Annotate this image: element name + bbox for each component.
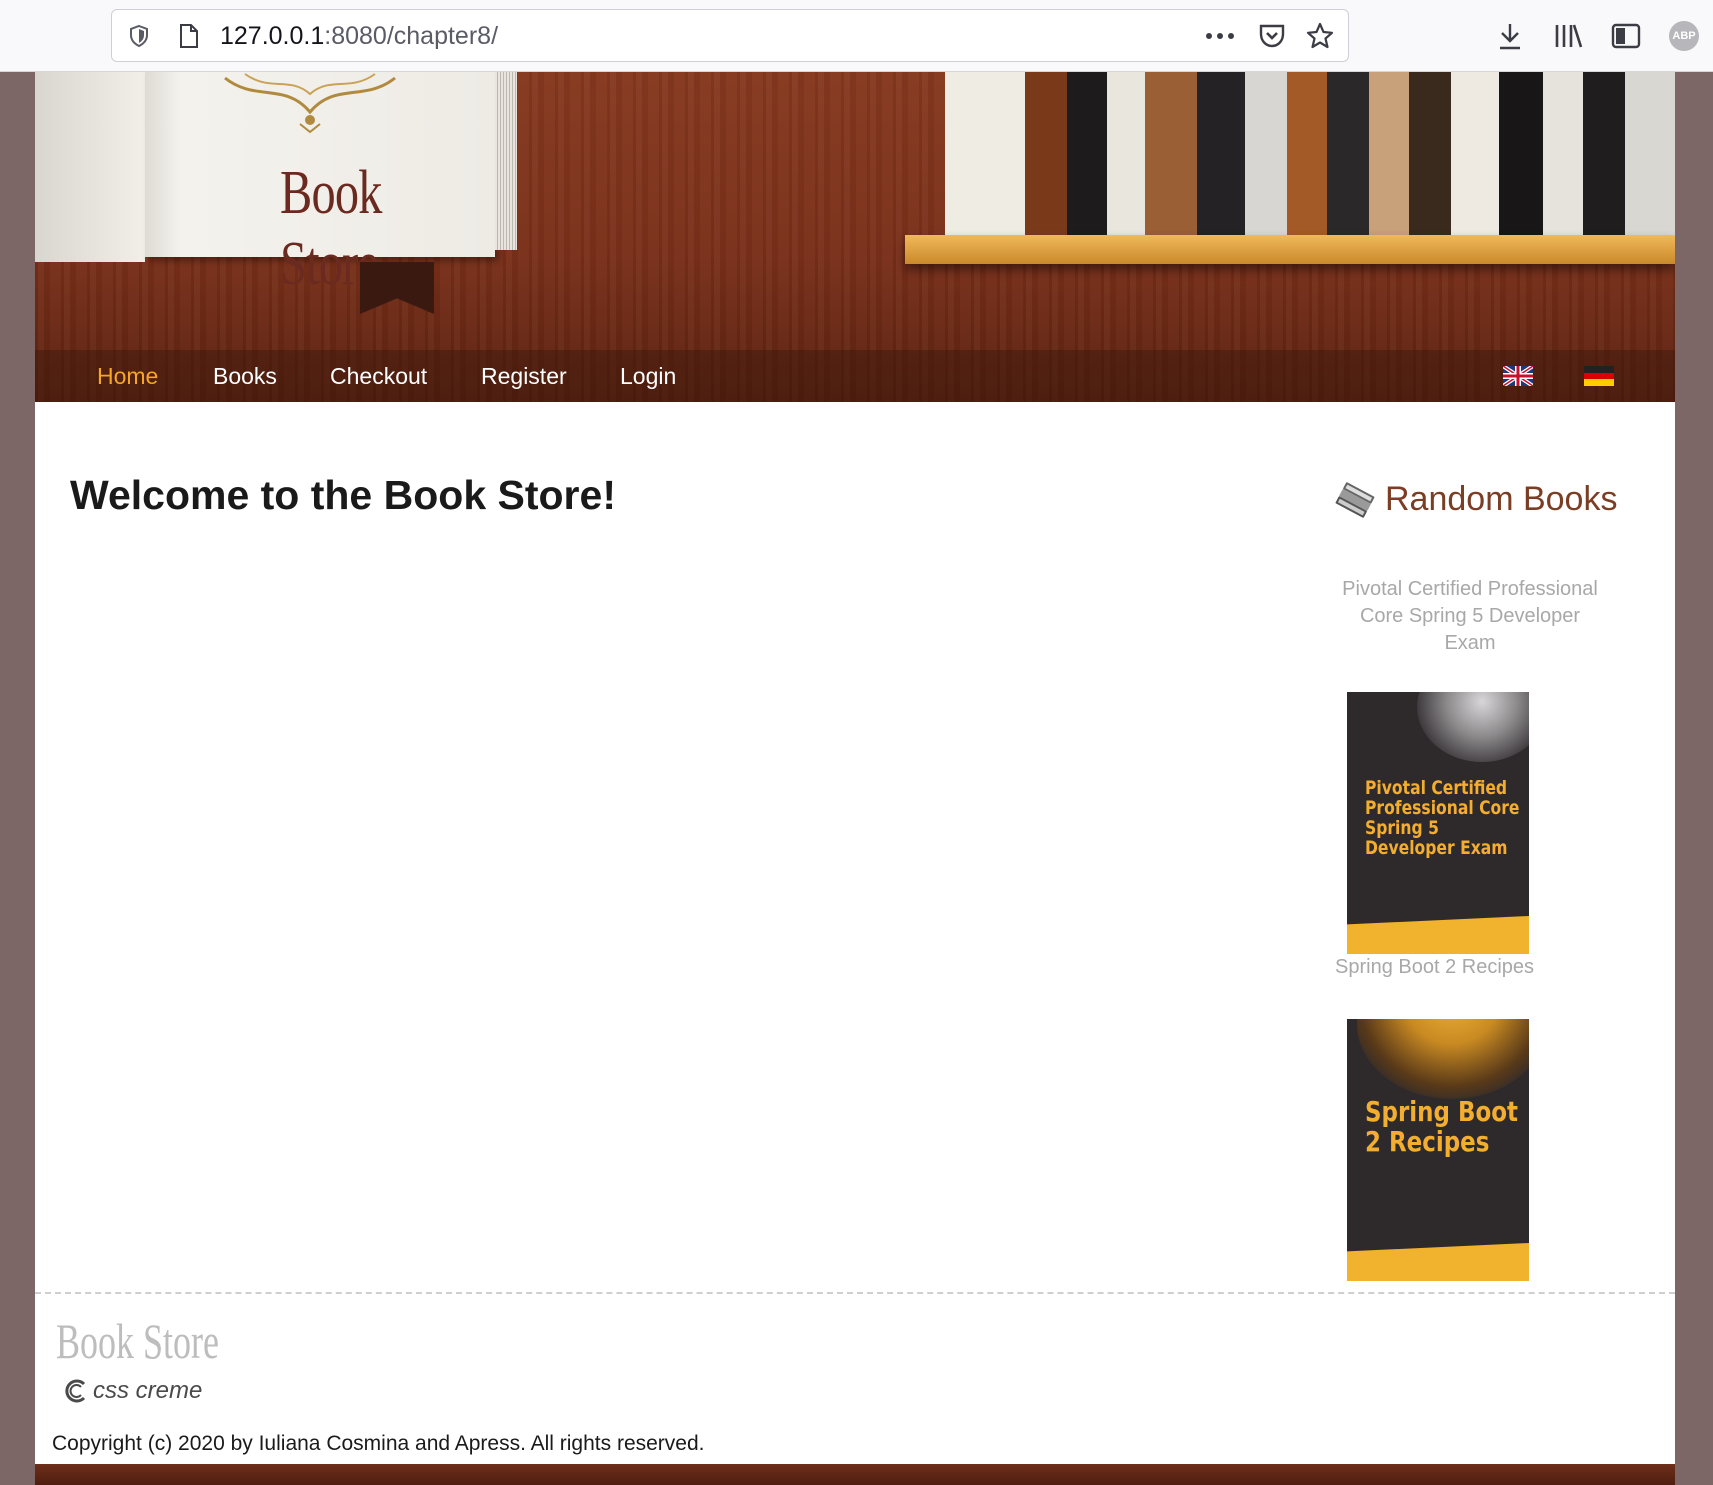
- book-spine: [1583, 72, 1625, 235]
- download-icon[interactable]: [1493, 19, 1527, 53]
- cover-artwork: [1357, 1019, 1529, 1099]
- css-creme-logo-icon: [65, 1379, 86, 1403]
- book-caption[interactable]: Pivotal Certified Professional Core Spri…: [1335, 576, 1605, 657]
- pocket-icon[interactable]: [1257, 21, 1287, 51]
- footer-logo: Book Store: [56, 1313, 220, 1369]
- adblock-label: ABP: [1669, 21, 1699, 51]
- book-spine: [1025, 72, 1067, 235]
- site-header: Book Store Home Books Checkout Register …: [35, 72, 1675, 402]
- open-book-illustration: Book Store: [35, 72, 525, 298]
- book-spine: [1107, 72, 1145, 235]
- book-spine: [1543, 72, 1583, 235]
- footer-divider: [35, 1292, 1675, 1294]
- cover-artwork: [1417, 692, 1529, 762]
- book-spine: [1409, 72, 1451, 235]
- book-spine: [1625, 72, 1675, 235]
- cover-title: Spring Boot 2 Recipes: [1365, 1095, 1518, 1158]
- cover-band: [1347, 916, 1529, 954]
- nav-register[interactable]: Register: [481, 362, 567, 390]
- book-spine: [1499, 72, 1543, 235]
- bookshelf: [905, 235, 1675, 264]
- bookmark-ribbon: [360, 262, 434, 314]
- nav-checkout[interactable]: Checkout: [330, 362, 427, 390]
- book-page-edges: [495, 72, 517, 250]
- footer-bar: [35, 1464, 1675, 1485]
- nav-home[interactable]: Home: [97, 362, 158, 390]
- shield-icon[interactable]: [124, 21, 154, 51]
- sidebar-title: Random Books: [1385, 480, 1618, 518]
- nav-login[interactable]: Login: [620, 362, 676, 390]
- ornament-icon: [224, 73, 396, 134]
- book-spine: [1197, 72, 1245, 235]
- book-spine: [1287, 72, 1327, 235]
- cover-band: [1347, 1243, 1529, 1281]
- more-icon[interactable]: [1205, 21, 1235, 51]
- book-spine: [945, 72, 1025, 235]
- url-host: 127.0.0.1: [220, 22, 325, 50]
- sidebar-icon[interactable]: [1609, 19, 1643, 53]
- browser-toolbar: 127.0.0.1:8080/chapter8/ ABP: [0, 0, 1713, 72]
- page-title: Welcome to the Book Store!: [70, 472, 616, 518]
- library-icon[interactable]: [1551, 19, 1585, 53]
- bookshelf-books: [945, 72, 1675, 235]
- copyright-text: Copyright (c) 2020 by Iuliana Cosmina an…: [52, 1432, 705, 1455]
- book-spine: [1369, 72, 1409, 235]
- nav-books[interactable]: Books: [213, 362, 277, 390]
- web-page: Book Store Home Books Checkout Register …: [35, 72, 1675, 1485]
- css-creme-credit[interactable]: css creme: [64, 1377, 202, 1405]
- url-path: :8080/chapter8/: [324, 22, 499, 50]
- english-flag-icon[interactable]: [1503, 366, 1533, 386]
- book-left-page: [35, 72, 145, 262]
- address-bar[interactable]: 127.0.0.1:8080/chapter8/: [111, 9, 1349, 62]
- books-icon: [1335, 482, 1375, 518]
- main-navigation: Home Books Checkout Register Login: [35, 350, 1675, 402]
- german-flag-icon[interactable]: [1584, 366, 1614, 386]
- book-spine: [1327, 72, 1369, 235]
- book-spine: [1067, 72, 1107, 235]
- book-spine: [1245, 72, 1287, 235]
- star-icon[interactable]: [1305, 21, 1335, 51]
- book-caption[interactable]: Spring Boot 2 Recipes: [1335, 954, 1534, 981]
- cover-title: Pivotal Certified Professional Core Spri…: [1365, 777, 1520, 860]
- book-cover-image[interactable]: Pivotal Certified Professional Core Spri…: [1347, 692, 1529, 954]
- url-text[interactable]: 127.0.0.1:8080/chapter8/: [220, 21, 498, 51]
- adblock-icon[interactable]: ABP: [1667, 19, 1701, 53]
- book-spine: [1145, 72, 1197, 235]
- book-cover-image[interactable]: Spring Boot 2 Recipes: [1347, 1019, 1529, 1281]
- page-icon: [174, 21, 204, 51]
- book-spine: [1451, 72, 1499, 235]
- credit-text: css creme: [93, 1377, 203, 1404]
